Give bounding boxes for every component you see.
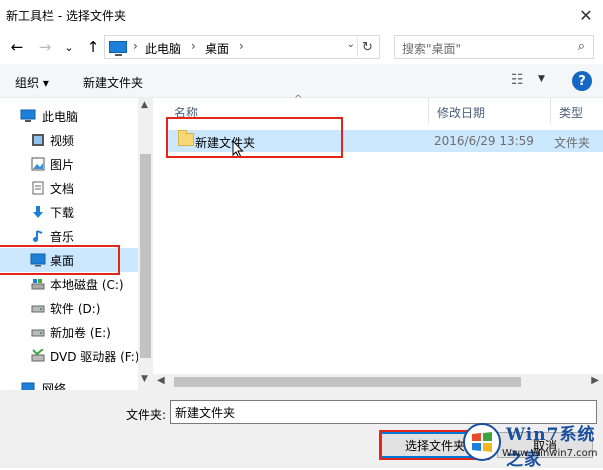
search-icon[interactable]: ⌕ xyxy=(578,39,585,54)
picture-icon xyxy=(30,156,46,172)
column-header-date[interactable]: 修改日期 xyxy=(429,98,551,124)
sidebar-item-video[interactable]: 视频 xyxy=(0,128,138,152)
download-icon xyxy=(30,204,46,220)
scrollbar-thumb[interactable] xyxy=(140,154,151,358)
music-icon xyxy=(30,228,46,244)
sidebar-item-drive-e[interactable]: 新加卷 (E:) xyxy=(0,320,138,344)
column-header-label: 类型 xyxy=(559,106,584,120)
help-icon[interactable]: ? xyxy=(572,71,592,91)
breadcrumb-desktop[interactable]: 桌面 xyxy=(205,40,229,57)
folder-label: 文件夹: xyxy=(126,408,167,422)
scroll-down-icon[interactable]: ▼ xyxy=(141,374,148,384)
sidebar-item-local-disk-c[interactable]: 本地磁盘 (C:) xyxy=(0,272,138,296)
sidebar-item-music[interactable]: 音乐 xyxy=(0,224,138,248)
view-dropdown-icon[interactable]: ▼ xyxy=(538,74,545,84)
drive-icon xyxy=(30,300,46,316)
file-type: 文件夹 xyxy=(554,136,591,150)
sidebar-item-label: 软件 (D:) xyxy=(50,301,101,316)
navigation-bar: ← → ⌄ ↑ › 此电脑 › 桌面 › ⌄ ↻ 搜索"桌面" ⌕ xyxy=(0,30,603,64)
window-title: 新工具栏 - 选择文件夹 xyxy=(6,9,126,23)
column-header-name[interactable]: 名称 xyxy=(166,98,429,124)
file-date: 2016/6/29 13:59 xyxy=(434,134,534,148)
refresh-icon[interactable]: ↻ xyxy=(357,37,377,57)
drive-icon xyxy=(30,324,46,340)
sidebar-item-label: 新加卷 (E:) xyxy=(50,325,111,340)
windows-logo-icon xyxy=(463,423,501,461)
mouse-cursor-icon xyxy=(232,140,244,158)
scroll-left-icon[interactable]: ◀ xyxy=(157,375,165,386)
sidebar-item-pictures[interactable]: 图片 xyxy=(0,152,138,176)
command-toolbar: 组织 ▾ 新建文件夹 ☷ ▼ ? xyxy=(0,64,603,98)
breadcrumb-chevron-icon[interactable]: › xyxy=(133,39,138,53)
sidebar-item-drive-d[interactable]: 软件 (D:) xyxy=(0,296,138,320)
sidebar-scrollbar[interactable]: ▲ ▼ xyxy=(138,98,153,390)
breadcrumb-this-pc[interactable]: 此电脑 xyxy=(145,40,181,57)
folder-icon xyxy=(178,130,194,146)
column-header-type[interactable]: 类型 xyxy=(551,98,603,124)
new-folder-button[interactable]: 新建文件夹 xyxy=(83,74,143,91)
address-dropdown-icon[interactable]: ⌄ xyxy=(347,39,355,50)
network-icon xyxy=(20,380,36,390)
sidebar-item-label: 视频 xyxy=(50,133,75,148)
scroll-up-icon[interactable]: ▲ xyxy=(141,100,148,110)
file-name: 新建文件夹 xyxy=(195,136,256,150)
sidebar-item-label: DVD 驱动器 (F:) xyxy=(50,349,140,364)
scrollbar-thumb[interactable] xyxy=(174,377,521,387)
watermark-url: Www.Winwin7.com xyxy=(502,448,598,459)
sidebar-item-label: 下载 xyxy=(50,205,75,220)
horizontal-scrollbar[interactable]: ◀ ▶ xyxy=(153,374,603,390)
sidebar-item-network[interactable]: 网络 xyxy=(0,376,138,390)
up-arrow-icon[interactable]: ↑ xyxy=(82,36,104,58)
scroll-right-icon[interactable]: ▶ xyxy=(591,375,599,386)
sidebar-item-documents[interactable]: 文档 xyxy=(0,176,138,200)
sidebar-item-label: 此电脑 xyxy=(42,109,79,124)
recent-locations-chevron-icon[interactable]: ⌄ xyxy=(58,36,80,58)
navigation-pane: 此电脑 视频 图片 文档 下载 音乐 桌面 本地磁盘 (C:) 软件 (D:) … xyxy=(0,98,153,390)
pc-icon xyxy=(109,41,127,56)
search-placeholder: 搜索"桌面" xyxy=(402,42,462,56)
view-options-icon[interactable]: ☷ xyxy=(511,72,524,88)
organize-menu-button[interactable]: 组织 ▾ xyxy=(15,74,49,91)
document-icon xyxy=(30,180,46,196)
close-icon[interactable]: ✕ xyxy=(569,0,603,30)
breadcrumb-chevron-icon[interactable]: › xyxy=(191,39,196,53)
sidebar-item-label: 图片 xyxy=(50,157,75,172)
sidebar-item-downloads[interactable]: 下载 xyxy=(0,200,138,224)
sidebar-item-label: 音乐 xyxy=(50,229,75,244)
sidebar-item-label: 网络 xyxy=(42,381,67,391)
sidebar-item-label: 本地磁盘 (C:) xyxy=(50,277,124,292)
forward-arrow-icon[interactable]: → xyxy=(34,36,56,58)
sidebar-item-dvd-f[interactable]: DVD 驱动器 (F:) xyxy=(0,344,140,368)
video-icon xyxy=(30,132,46,148)
column-header-label: 修改日期 xyxy=(437,106,486,120)
watermark: Win7系统之家 Www.Winwin7.com xyxy=(462,417,603,470)
watermark-title: Win7系统之家 xyxy=(506,425,596,470)
sidebar-item-this-pc[interactable]: 此电脑 xyxy=(0,104,138,128)
sidebar-item-label: 文档 xyxy=(50,181,75,196)
column-header-label: 名称 xyxy=(174,106,199,120)
pc-icon xyxy=(20,108,36,124)
title-bar: 新工具栏 - 选择文件夹 ✕ xyxy=(0,0,603,30)
back-arrow-icon[interactable]: ← xyxy=(6,36,28,58)
dvd-icon xyxy=(30,348,46,364)
sidebar-item-desktop[interactable]: 桌面 xyxy=(0,248,138,272)
breadcrumb-chevron-icon[interactable]: › xyxy=(239,39,244,53)
sidebar-item-label: 桌面 xyxy=(50,253,75,268)
address-bar[interactable]: › 此电脑 › 桌面 › ⌄ ↻ xyxy=(104,35,380,59)
disk-icon xyxy=(30,276,46,292)
desktop-icon xyxy=(30,252,46,268)
search-input[interactable]: 搜索"桌面" ⌕ xyxy=(394,35,594,59)
